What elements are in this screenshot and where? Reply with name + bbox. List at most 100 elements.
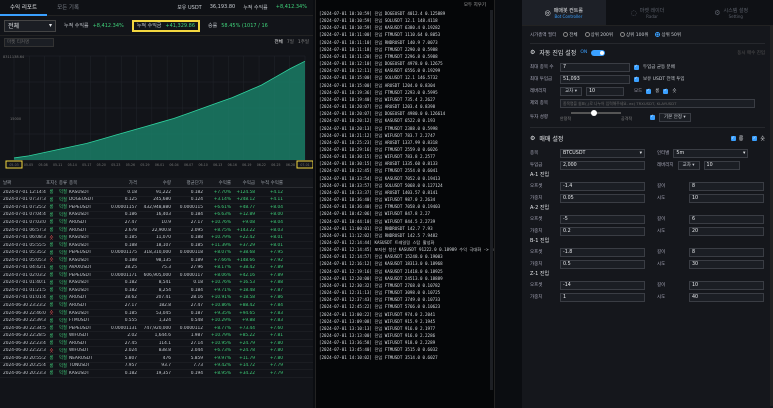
col-pnl[interactable]: 수익금: [231, 180, 255, 186]
param-input[interactable]: 1: [560, 292, 645, 302]
x-tick-label: 05-26: [126, 163, 135, 167]
param-input[interactable]: 40: [689, 292, 764, 302]
x-tick-label: 05-03: [9, 163, 18, 167]
trade-leverage-mode[interactable]: 교차 ▾: [677, 160, 700, 170]
param-input[interactable]: 6: [689, 214, 764, 224]
trade-long-checkbox[interactable]: [730, 135, 736, 141]
tab-system-setting-label: 시스템 설정: [723, 7, 749, 14]
basic-select[interactable]: 기본 안정 ▾: [659, 112, 691, 122]
trade-leverage-input[interactable]: 10: [703, 160, 740, 170]
symbol-filter-select[interactable]: 전체 ▾: [4, 19, 56, 32]
tab-market-radar[interactable]: ◌ 마켓 레이더 Radar: [606, 0, 690, 25]
tab-bot-controller[interactable]: ◎ 매매봇 컨트롤 Bot Controller: [522, 0, 606, 25]
table-row[interactable]: 2024-07-01 02:03:25 롱 익절 PEPEUSDT 0.00001171…: [0, 272, 313, 280]
chevron-down-icon: ▾: [743, 150, 746, 156]
table-row[interactable]: 2024-07-01 01:40:13 롱 익절 KASUSDT 0.182 8,541 0…: [0, 280, 313, 288]
col-symbol[interactable]: 종목: [69, 180, 107, 186]
table-row[interactable]: 2024-07-01 01:01:45 롱 익절 ARUSDT 28.62 207.41 2…: [0, 295, 313, 303]
split-checkbox[interactable]: [634, 63, 639, 70]
param-input[interactable]: 0.5: [560, 259, 645, 269]
col-return[interactable]: 수익률: [203, 180, 231, 186]
table-cell: 익절: [59, 363, 67, 369]
usdt-all-checkbox[interactable]: [634, 75, 639, 82]
log-scrollbar[interactable]: [490, 10, 493, 390]
col-quantity[interactable]: 수량: [137, 180, 171, 186]
table-row[interactable]: 2024-06-30 22:28:53 롱 익절 WIFUSDT 2.02 1,644.6…: [0, 332, 313, 340]
range-1w[interactable]: 1주일: [298, 39, 309, 45]
table-row[interactable]: 2024-06-30 22:34:54 롱 익절 PEPEUSDT 0.00001131…: [0, 325, 313, 333]
leverage-input[interactable]: 10: [585, 86, 624, 96]
table-row[interactable]: 2024-07-01 12:14:44 롱 익절 KASUSDT 0.18 91,222 0…: [0, 189, 313, 197]
range-all[interactable]: 전체: [275, 39, 283, 45]
param-input[interactable]: -14: [560, 280, 645, 290]
interval-select[interactable]: 5m ▾: [673, 148, 749, 158]
param-input[interactable]: 30: [689, 259, 764, 269]
param-input[interactable]: 0.05: [560, 193, 645, 203]
table-row[interactable]: 2024-06-30 20:23:34 롱 익절 KASUSDT 0.182 19,357…: [0, 370, 313, 378]
long-checkbox[interactable]: [646, 87, 652, 94]
col-avg-price[interactable]: 평균단가: [171, 180, 203, 186]
table-row[interactable]: 2024-07-01 06:57:37 롱 익절 ARUSDT 2.678 22,900.…: [0, 227, 313, 235]
table-row[interactable]: 2024-07-01 07:25:24 롱 익절 PEPEUSDT 0.00001157…: [0, 204, 313, 212]
table-row[interactable]: 2024-07-01 01:21:51 롱 익절 KASUSDT 0.182 8,254 0…: [0, 287, 313, 295]
short-checkbox[interactable]: [663, 87, 669, 94]
tab-system-setting[interactable]: ⚙ 시스템 설정 Setting: [689, 0, 773, 25]
col-date[interactable]: 날짜: [0, 180, 46, 186]
clear-all-button[interactable]: 모두 지우기: [464, 2, 486, 8]
param-input[interactable]: 8: [689, 247, 764, 257]
table-cell: 익절: [59, 326, 67, 332]
radio-top50[interactable]: 상위 50위: [655, 31, 681, 38]
range-7d[interactable]: 7일: [287, 39, 294, 45]
table-row[interactable]: 2024-07-01 05:05:35 숏 익절 KASUSDT 0.188 98,135…: [0, 257, 313, 265]
table-row[interactable]: 2024-06-30 22:39:38 롱 익절 FTMUSDT 0.555 1,324 0…: [0, 317, 313, 325]
table-row[interactable]: 2024-06-30 20:55:23 롱 익절 NEARUSDT 5.807 476 5.…: [0, 355, 313, 363]
table-row[interactable]: 2024-07-01 04:42:17 롱 익절 AVAXUSDT 28.25 75.3 2…: [0, 264, 313, 273]
auto-entry-toggle[interactable]: [591, 49, 606, 56]
table-row[interactable]: 2024-07-01 05:55:54 롱 익절 KASUSDT 0.188 18,107…: [0, 242, 313, 250]
table-cell: 롱: [49, 341, 54, 347]
param-input[interactable]: 20: [689, 226, 764, 236]
tab-all-records[interactable]: 모든 기록: [47, 0, 89, 16]
leverage-mode-select[interactable]: 교차 ▾: [560, 86, 582, 96]
table-row[interactable]: 2024-07-01 07:03:08 롱 익절 ARUSDT 27.47 10.9 27.…: [0, 219, 313, 227]
max-entries-input[interactable]: 7: [560, 62, 630, 72]
col-type[interactable]: 종류: [57, 180, 69, 186]
table-cell: 0.0000115: [179, 204, 203, 210]
ticker-search-input[interactable]: 마켓 티커명: [4, 37, 54, 47]
max-amount-input[interactable]: 51,093: [560, 74, 630, 84]
profit-rate-value: +8,412.34%: [92, 22, 124, 29]
radio-all[interactable]: 전체: [563, 31, 578, 38]
table-row[interactable]: 2024-06-30 22:23:48 롱 익절 ARUSDT 27.45 114.1 27…: [0, 340, 313, 348]
param-input[interactable]: -5: [560, 214, 645, 224]
param-input[interactable]: 10: [689, 193, 764, 203]
table-row[interactable]: 2024-06-30 23:23:23 롱 익절 ARUSDT 27.17 182.8 27…: [0, 302, 313, 310]
radio-top100[interactable]: 상위 100위: [620, 31, 648, 38]
param-input[interactable]: 8: [689, 181, 764, 191]
table-row[interactable]: 2024-06-30 22:22:38 숏 익절 WIFUSDT 2.024 838.8 2…: [0, 347, 313, 356]
col-price[interactable]: 가격: [107, 180, 137, 186]
report-tabs: 수익 리포트 모든 기록 보유 USDT 36,193.80 누적 수익률 +8…: [0, 0, 313, 16]
param-input[interactable]: 10: [689, 280, 764, 290]
profit-amount-value: +41,329.86: [165, 22, 196, 29]
col-position[interactable]: 포지션: [46, 180, 57, 186]
symbol-select[interactable]: BTCUSDT ▾: [560, 148, 645, 158]
param-input[interactable]: -1.4: [560, 181, 645, 191]
exclude-input[interactable]: 종목명을 쉼표(,)로 나누어 입력해주세요. ex) TRXUSDT, KLA…: [560, 98, 755, 108]
radio-top200[interactable]: 상위 200위: [584, 31, 613, 38]
tendency-slider[interactable]: [571, 110, 621, 116]
col-cum-return[interactable]: 누적 수익률: [255, 180, 285, 186]
table-cell: 익절: [59, 258, 67, 264]
amount-input[interactable]: 2,000: [560, 160, 645, 170]
table-row[interactable]: 2024-06-30 22:46:03 숏 익절 KASUSDT 0.185 53,045…: [0, 310, 313, 318]
table-row[interactable]: 2024-07-01 07:04:44 롱 익절 KASUSDT 0.186 16,403…: [0, 212, 313, 220]
trade-short-checkbox[interactable]: [752, 135, 758, 141]
table-row[interactable]: 2024-07-01 06:08:37 숏 익절 KASUSDT 0.185 11,070…: [0, 234, 313, 242]
table-row[interactable]: 2024-07-01 07:37:38 롱 익절 DOGEUSDT 0.125 245,6…: [0, 197, 313, 205]
table-row[interactable]: 2024-07-01 05:35:21 롱 익절 PEPEUSDT 0.00001175…: [0, 249, 313, 257]
basic-checkbox[interactable]: [650, 113, 655, 120]
tab-profit-report[interactable]: 수익 리포트: [0, 0, 48, 16]
param-input[interactable]: -1.8: [560, 247, 645, 257]
table-cell: 롱: [49, 205, 54, 211]
table-row[interactable]: 2024-06-30 20:25:43 롱 익절 TONUSDT 7.957 93.7 7.…: [0, 363, 313, 371]
param-input[interactable]: 0.2: [560, 226, 645, 236]
